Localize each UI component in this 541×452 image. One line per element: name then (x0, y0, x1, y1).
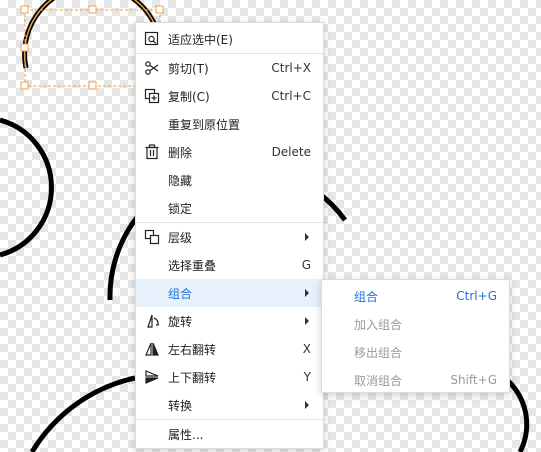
menu-item-label: 适应选中(E) (168, 32, 233, 47)
menu-item-label: 锁定 (168, 201, 193, 216)
menu-item-label: 复制(C) (168, 89, 210, 104)
submenu-arrow-icon (305, 317, 309, 325)
menu-item-label: 组合 (168, 286, 193, 301)
menu-item-shortcut: Ctrl+G (456, 289, 497, 303)
menu-item-layers[interactable]: 层级 (136, 223, 323, 251)
menu-item-rotate[interactable]: 旋转 (136, 307, 323, 335)
menu-item-label: 选择重叠 (168, 258, 217, 273)
submenu-item-add-to-group: 加入组合 (322, 310, 509, 338)
menu-item-label: 剪切(T) (168, 61, 209, 76)
fit-selection-icon (144, 31, 160, 47)
rotate-icon (144, 313, 160, 329)
menu-item-properties[interactable]: 属性... (136, 420, 323, 448)
submenu-arrow-icon (305, 233, 309, 241)
menu-item-label: 上下翻转 (168, 370, 217, 385)
submenu-item-ungroup: 取消组合 Shift+G (322, 366, 509, 394)
menu-item-shortcut: X (302, 342, 311, 356)
menu-item-label: 取消组合 (354, 373, 403, 388)
submenu-arrow-icon (305, 401, 309, 409)
menu-item-select-overlap[interactable]: 选择重叠 G (136, 251, 323, 279)
menu-item-cut[interactable]: 剪切(T) Ctrl+X (136, 54, 323, 82)
menu-item-group[interactable]: 组合 (136, 279, 323, 307)
menu-item-label: 属性... (168, 427, 204, 442)
menu-item-shortcut: Shift+G (450, 373, 497, 387)
menu-item-flip-vertical[interactable]: 上下翻转 Y (136, 363, 323, 391)
menu-item-duplicate-in-place[interactable]: 重复到原位置 (136, 110, 323, 138)
group-submenu: 组合 Ctrl+G 加入组合 移出组合 取消组合 Shift+G (321, 279, 510, 393)
menu-item-label: 层级 (168, 230, 193, 245)
menu-item-convert[interactable]: 转换 (136, 391, 323, 419)
menu-item-fit-selection[interactable]: 适应选中(E) (136, 25, 323, 53)
menu-item-shortcut: Delete (271, 145, 311, 159)
menu-item-label: 隐藏 (168, 173, 193, 188)
submenu-item-remove-from-group: 移出组合 (322, 338, 509, 366)
layers-icon (144, 229, 160, 245)
menu-item-shortcut: Y (303, 370, 311, 384)
menu-item-lock[interactable]: 锁定 (136, 194, 323, 222)
trash-icon (144, 144, 160, 160)
circle-shape-left[interactable] (0, 117, 54, 258)
menu-item-copy[interactable]: 复制(C) Ctrl+C (136, 82, 323, 110)
menu-item-flip-horizontal[interactable]: 左右翻转 X (136, 335, 323, 363)
circle-shape-bottom[interactable] (29, 375, 136, 452)
copy-icon (144, 88, 160, 104)
menu-item-label: 加入组合 (354, 317, 403, 332)
scissors-icon (144, 60, 160, 76)
menu-item-label: 删除 (168, 145, 193, 160)
menu-item-label: 重复到原位置 (168, 117, 241, 132)
menu-item-label: 组合 (354, 289, 379, 304)
flip-vertical-icon (144, 369, 160, 385)
flip-horizontal-icon (144, 341, 160, 357)
menu-item-shortcut: Ctrl+C (271, 89, 311, 103)
submenu-item-group[interactable]: 组合 Ctrl+G (322, 282, 509, 310)
menu-item-hide[interactable]: 隐藏 (136, 166, 323, 194)
menu-item-shortcut: G (301, 258, 311, 272)
menu-item-shortcut: Ctrl+X (271, 61, 311, 75)
menu-item-delete[interactable]: 删除 Delete (136, 138, 323, 166)
menu-item-label: 旋转 (168, 314, 193, 329)
menu-item-label: 转换 (168, 398, 193, 413)
menu-item-label: 左右翻转 (168, 342, 217, 357)
context-menu: 适应选中(E) 剪切(T) Ctrl+X 复制(C) Ctrl+C 重复到原位置… (135, 22, 324, 449)
menu-item-label: 移出组合 (354, 345, 403, 360)
submenu-arrow-icon (305, 289, 309, 297)
